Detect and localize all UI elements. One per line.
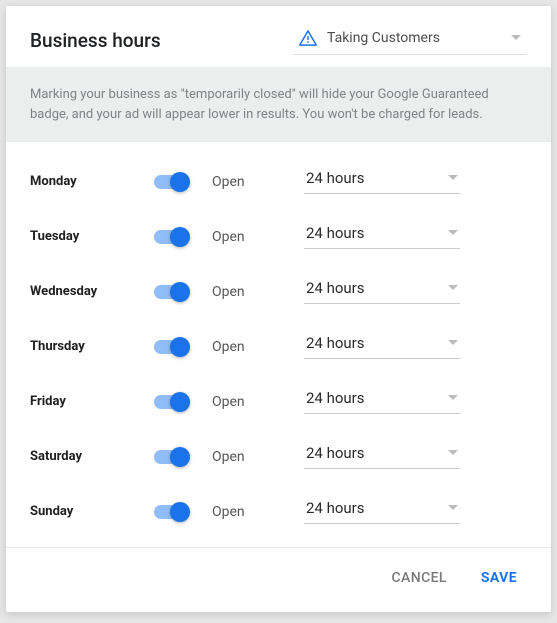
chevron-down-icon	[511, 35, 521, 41]
day-label: Saturday	[30, 449, 154, 464]
chevron-down-icon	[448, 230, 458, 236]
status-dropdown[interactable]: Taking Customers	[293, 26, 527, 55]
day-label: Monday	[30, 174, 154, 189]
day-label: Friday	[30, 394, 154, 409]
hours-dropdown[interactable]: 24 hours	[304, 224, 460, 249]
hours-value: 24 hours	[306, 444, 365, 462]
hours-value: 24 hours	[306, 279, 365, 297]
open-state-label: Open	[212, 229, 304, 245]
hours-value: 24 hours	[306, 334, 365, 352]
open-state-label: Open	[212, 339, 304, 355]
hours-dropdown[interactable]: 24 hours	[304, 444, 460, 469]
open-toggle[interactable]	[154, 502, 190, 522]
hours-value: 24 hours	[306, 389, 365, 407]
business-hours-dialog: Business hours Taking Customers Marking …	[6, 6, 551, 612]
hours-dropdown[interactable]: 24 hours	[304, 389, 460, 414]
day-row: Saturday Open 24 hours	[30, 429, 533, 484]
chevron-down-icon	[448, 505, 458, 511]
day-label: Wednesday	[30, 284, 154, 299]
day-label: Sunday	[30, 504, 154, 519]
open-state-label: Open	[212, 449, 304, 465]
chevron-down-icon	[448, 175, 458, 181]
chevron-down-icon	[448, 285, 458, 291]
status-label: Taking Customers	[327, 30, 501, 46]
day-row: Sunday Open 24 hours	[30, 484, 533, 539]
day-row: Monday Open 24 hours	[30, 154, 533, 209]
hours-value: 24 hours	[306, 499, 365, 517]
open-toggle[interactable]	[154, 337, 190, 357]
hours-rows: Monday Open 24 hours Tuesday Open 24 hou…	[6, 142, 551, 547]
open-state-label: Open	[212, 504, 304, 520]
chevron-down-icon	[448, 450, 458, 456]
day-row: Friday Open 24 hours	[30, 374, 533, 429]
chevron-down-icon	[448, 395, 458, 401]
open-toggle[interactable]	[154, 172, 190, 192]
day-label: Thursday	[30, 339, 154, 354]
open-state-label: Open	[212, 394, 304, 410]
hours-value: 24 hours	[306, 224, 365, 242]
day-row: Tuesday Open 24 hours	[30, 209, 533, 264]
cancel-button[interactable]: Cancel	[380, 562, 459, 594]
dialog-title: Business hours	[30, 29, 161, 52]
hours-value: 24 hours	[306, 169, 365, 187]
dialog-header: Business hours Taking Customers	[6, 6, 551, 67]
save-button[interactable]: Save	[469, 562, 529, 594]
info-banner: Marking your business as "temporarily cl…	[6, 67, 551, 142]
open-state-label: Open	[212, 174, 304, 190]
hours-dropdown[interactable]: 24 hours	[304, 499, 460, 524]
day-row: Thursday Open 24 hours	[30, 319, 533, 374]
hours-dropdown[interactable]: 24 hours	[304, 169, 460, 194]
hours-dropdown[interactable]: 24 hours	[304, 279, 460, 304]
warning-icon	[299, 30, 317, 46]
open-toggle[interactable]	[154, 227, 190, 247]
hours-dropdown[interactable]: 24 hours	[304, 334, 460, 359]
chevron-down-icon	[448, 340, 458, 346]
open-toggle[interactable]	[154, 447, 190, 467]
open-toggle[interactable]	[154, 282, 190, 302]
day-row: Wednesday Open 24 hours	[30, 264, 533, 319]
open-toggle[interactable]	[154, 392, 190, 412]
dialog-actions: Cancel Save	[6, 547, 551, 612]
open-state-label: Open	[212, 284, 304, 300]
day-label: Tuesday	[30, 229, 154, 244]
